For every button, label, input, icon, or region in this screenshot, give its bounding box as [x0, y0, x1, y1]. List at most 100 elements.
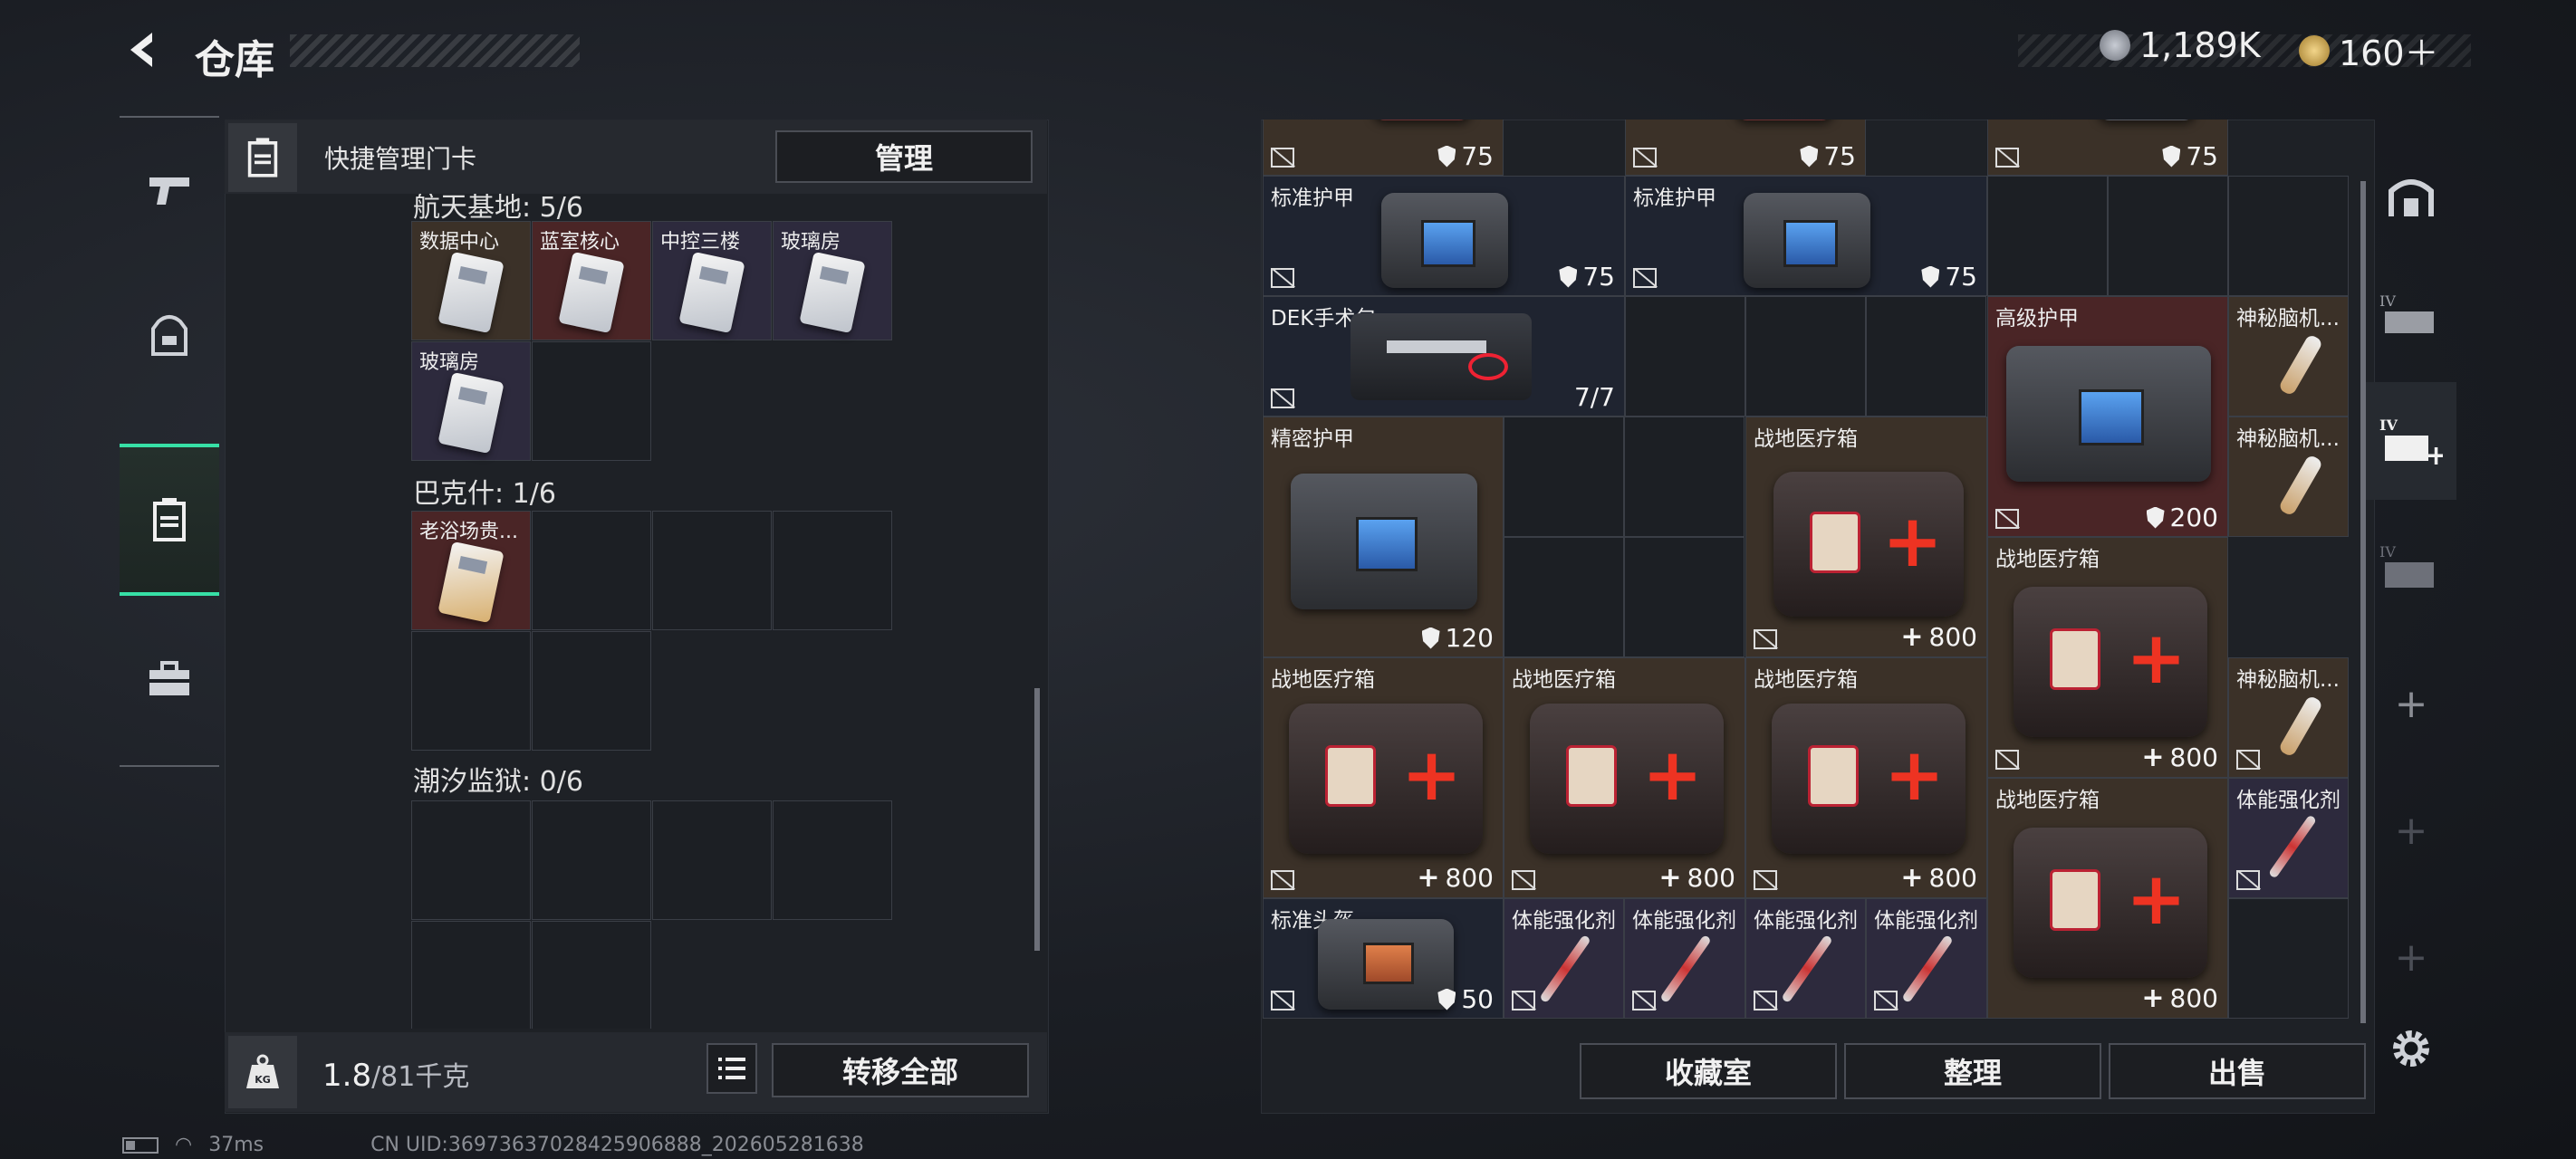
grid-item[interactable]: 战地医疗箱 + +800 [1987, 778, 2228, 1019]
empty-slot[interactable] [411, 800, 531, 920]
currency-premium[interactable]: 160＋ [2299, 25, 2439, 75]
empty-slot[interactable] [652, 511, 772, 630]
armor-icon [2006, 346, 2211, 482]
settings-gear-icon[interactable] [2388, 1025, 2435, 1072]
tab-medical-box[interactable]: IV + [2366, 382, 2456, 500]
tab-storage-box-1[interactable]: IV [2366, 255, 2456, 373]
empty-slot[interactable] [1504, 537, 1624, 657]
sell-button[interactable]: 出售 [2109, 1043, 2366, 1099]
organize-button[interactable]: 整理 [1844, 1043, 2101, 1099]
back-chevron-icon[interactable] [120, 27, 165, 72]
no-sell-icon [2236, 870, 2260, 890]
page-title: 仓库 [195, 37, 274, 83]
grid-item[interactable]: 标准护甲 75 [1625, 176, 1987, 296]
grid-item[interactable]: 神秘脑机... [2228, 657, 2349, 778]
empty-slot[interactable] [411, 921, 531, 1029]
grid-item[interactable]: DEK手术包 7/7 [1263, 296, 1625, 417]
grid-item[interactable]: 神秘脑机... [2228, 417, 2349, 537]
nav-backpack[interactable] [120, 263, 219, 407]
armor-shield-icon [1421, 627, 1440, 649]
keycard-holder-header-icon [228, 123, 297, 192]
tab-storage-box-2[interactable]: IV [2366, 509, 2456, 627]
armor-icon [1291, 474, 1477, 609]
transfer-all-button[interactable]: 转移全部 [772, 1043, 1029, 1097]
add-tab-button[interactable]: + [2366, 898, 2456, 1016]
grid-item[interactable]: 体能强化剂 [1745, 898, 1866, 1019]
grid-item[interactable]: 标准头盔 50 [1263, 898, 1504, 1019]
grid-item[interactable]: 体能强化剂 [1504, 898, 1624, 1019]
empty-slot[interactable] [532, 921, 651, 1029]
grid-item[interactable]: 体能强化剂 [2228, 778, 2349, 898]
no-sell-icon [1874, 991, 1898, 1011]
section-title-tidal-prison: 潮汐监狱: 0/6 [413, 766, 583, 798]
grid-item[interactable]: 75 [1625, 120, 1866, 176]
keycard-slot[interactable]: 玻璃房 [411, 341, 531, 461]
heal-plus-icon: + [1658, 862, 1682, 894]
currency-coins[interactable]: 1,189K [2100, 25, 2261, 65]
coin-icon [2100, 30, 2130, 61]
svg-text:IV: IV [2379, 417, 2398, 434]
empty-slot[interactable] [532, 631, 651, 751]
manage-button[interactable]: 管理 [775, 130, 1033, 183]
keycard-icon [437, 251, 505, 334]
nav-keycards[interactable] [120, 444, 219, 596]
syringe-icon [1659, 934, 1712, 1004]
empty-slot[interactable] [532, 800, 651, 920]
keycard-slot[interactable]: 玻璃房 [773, 221, 892, 340]
tab-safe-box[interactable] [2366, 138, 2456, 255]
uid-text: CN UID:36973637028425906888_202605281638 [370, 1134, 864, 1156]
empty-slot[interactable] [1624, 417, 1745, 537]
syringe-icon [1901, 934, 1954, 1004]
empty-slot[interactable] [2228, 898, 2349, 1019]
keycard-scrollbar[interactable] [1034, 688, 1040, 951]
grid-item[interactable]: 战地医疗箱 + +800 [1745, 657, 1987, 898]
no-sell-icon [1633, 268, 1657, 288]
grid-item[interactable]: 高级护甲 200 [1987, 296, 2228, 537]
first-aid-kit-icon: + [1773, 472, 1964, 617]
empty-slot[interactable] [532, 341, 651, 461]
grid-item[interactable]: 战地医疗箱 + +800 [1987, 537, 2228, 778]
armor-shield-icon [2162, 145, 2181, 168]
empty-slot[interactable] [532, 511, 651, 630]
empty-slot[interactable] [1625, 296, 1745, 417]
nav-toolbox[interactable] [120, 607, 219, 752]
empty-slot[interactable] [2108, 176, 2228, 296]
keycard-slot[interactable]: 数据中心 [411, 221, 531, 340]
grid-item[interactable]: 体能强化剂 [1624, 898, 1745, 1019]
empty-slot[interactable] [773, 511, 892, 630]
grid-item[interactable]: 战地医疗箱 + +800 [1745, 417, 1987, 657]
empty-slot[interactable] [411, 631, 531, 751]
empty-slot[interactable] [2228, 176, 2349, 296]
empty-slot[interactable] [1624, 537, 1745, 657]
empty-slot[interactable] [1987, 176, 2108, 296]
empty-slot[interactable] [1866, 296, 1986, 417]
keycard-slot[interactable]: 老浴场贵... [411, 511, 531, 630]
keycard-slot[interactable]: 中控三楼 [652, 221, 772, 340]
no-sell-icon [1271, 148, 1294, 168]
empty-slot[interactable] [1504, 417, 1624, 537]
neural-device-icon [2277, 694, 2324, 758]
grid-item[interactable]: 神秘脑机... [2228, 296, 2349, 417]
add-tab-button[interactable]: + [2366, 771, 2456, 889]
empty-slot[interactable] [652, 800, 772, 920]
collection-room-button[interactable]: 收藏室 [1580, 1043, 1837, 1099]
grid-item[interactable]: 标准护甲 75 [1263, 176, 1625, 296]
grid-item[interactable]: 战地医疗箱 + +800 [1263, 657, 1504, 898]
empty-slot[interactable] [1745, 296, 1866, 417]
add-tab-button[interactable]: + [2366, 645, 2456, 762]
empty-slot[interactable] [773, 800, 892, 920]
grid-item[interactable]: 75 [1987, 120, 2228, 176]
grid-item[interactable]: 75 [1263, 120, 1504, 176]
grid-item[interactable]: 精密护甲 120 [1263, 417, 1504, 657]
grid-item[interactable]: 战地医疗箱 + +800 [1504, 657, 1745, 898]
grid-item[interactable]: 体能强化剂 [1866, 898, 1987, 1019]
nav-weapons[interactable] [120, 118, 219, 263]
keycard-slot[interactable]: 蓝室核心 [532, 221, 651, 340]
storage-box-icon: IV [2379, 543, 2434, 588]
first-aid-kit-icon: + [1289, 704, 1483, 854]
category-nav [120, 116, 219, 767]
list-view-button[interactable] [706, 1043, 757, 1094]
neural-device-icon [2277, 333, 2324, 397]
armor-shield-icon [1437, 988, 1456, 1011]
section-title-bakesh: 巴克什: 1/6 [413, 478, 556, 510]
